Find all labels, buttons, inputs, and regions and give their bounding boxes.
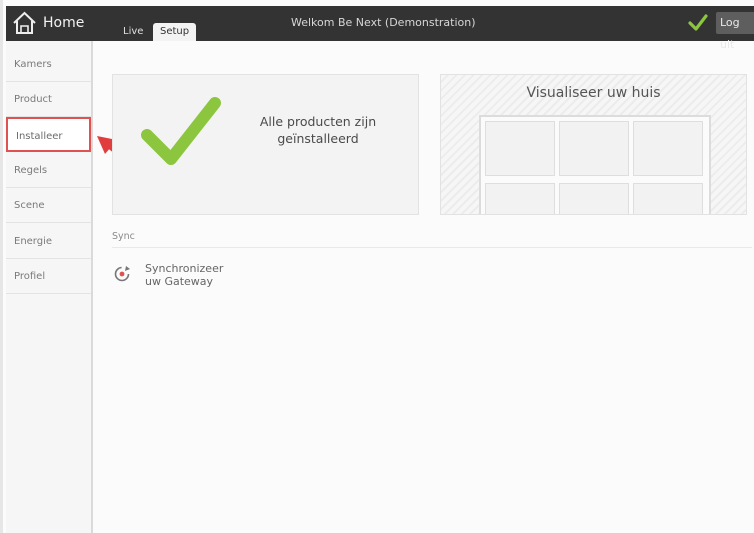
installed-line-2: geïnstalleerd: [277, 131, 359, 146]
welcome-message: Welkom Be Next (Demonstration): [291, 16, 476, 29]
tab-setup[interactable]: Setup: [153, 23, 197, 41]
installed-card: Alle producten zijn geïnstalleerd: [112, 74, 419, 215]
floorplan-room: [559, 183, 629, 214]
checkmark-icon: [688, 14, 708, 31]
top-bar: Home Live Setup Welkom Be Next (Demonstr…: [6, 6, 754, 51]
sidebar-item-energie[interactable]: Energie: [6, 224, 91, 259]
home-link[interactable]: Home: [12, 8, 84, 38]
sidebar-item-regels[interactable]: Regels: [6, 153, 91, 188]
app-frame: Home Live Setup Welkom Be Next (Demonstr…: [0, 0, 754, 533]
sync-gateway-label: Synchronizeer uw Gateway: [145, 262, 223, 288]
checkmark-icon: [141, 97, 221, 165]
home-icon: [13, 11, 36, 34]
visualize-title: Visualiseer uw huis: [526, 85, 661, 101]
sidebar-item-installeer[interactable]: Installeer: [6, 117, 91, 152]
sync-gateway-button[interactable]: Synchronizeer uw Gateway: [112, 262, 223, 288]
floorplan-room: [485, 183, 555, 214]
installed-message: Alle producten zijn geïnstalleerd: [253, 113, 383, 147]
logout-button[interactable]: Log uit: [716, 12, 754, 51]
sync-section-label: Sync: [112, 231, 135, 242]
sidebar-item-profiel[interactable]: Profiel: [6, 259, 91, 294]
floorplan-room: [485, 121, 555, 176]
floorplan-room: [633, 121, 703, 176]
sidebar-item-scene[interactable]: Scene: [6, 188, 91, 223]
sync-icon: [114, 266, 130, 282]
floorplan-room: [633, 183, 703, 214]
tab-live[interactable]: Live: [116, 23, 150, 41]
visualize-house-card[interactable]: Visualiseer uw huis: [440, 74, 747, 215]
sidebar: Kamers Product Installeer Regels Scene E…: [6, 41, 93, 533]
sidebar-item-product[interactable]: Product: [6, 82, 91, 117]
installed-line-1: Alle producten zijn: [259, 114, 377, 129]
home-label: Home: [43, 15, 85, 31]
sync-line-2: uw Gateway: [145, 275, 214, 288]
divider: [112, 247, 752, 248]
floorplan-room: [559, 121, 629, 176]
sync-line-1: Synchronizeer: [145, 262, 224, 275]
house-floorplan: [479, 115, 711, 214]
sidebar-item-kamers[interactable]: Kamers: [6, 47, 91, 82]
